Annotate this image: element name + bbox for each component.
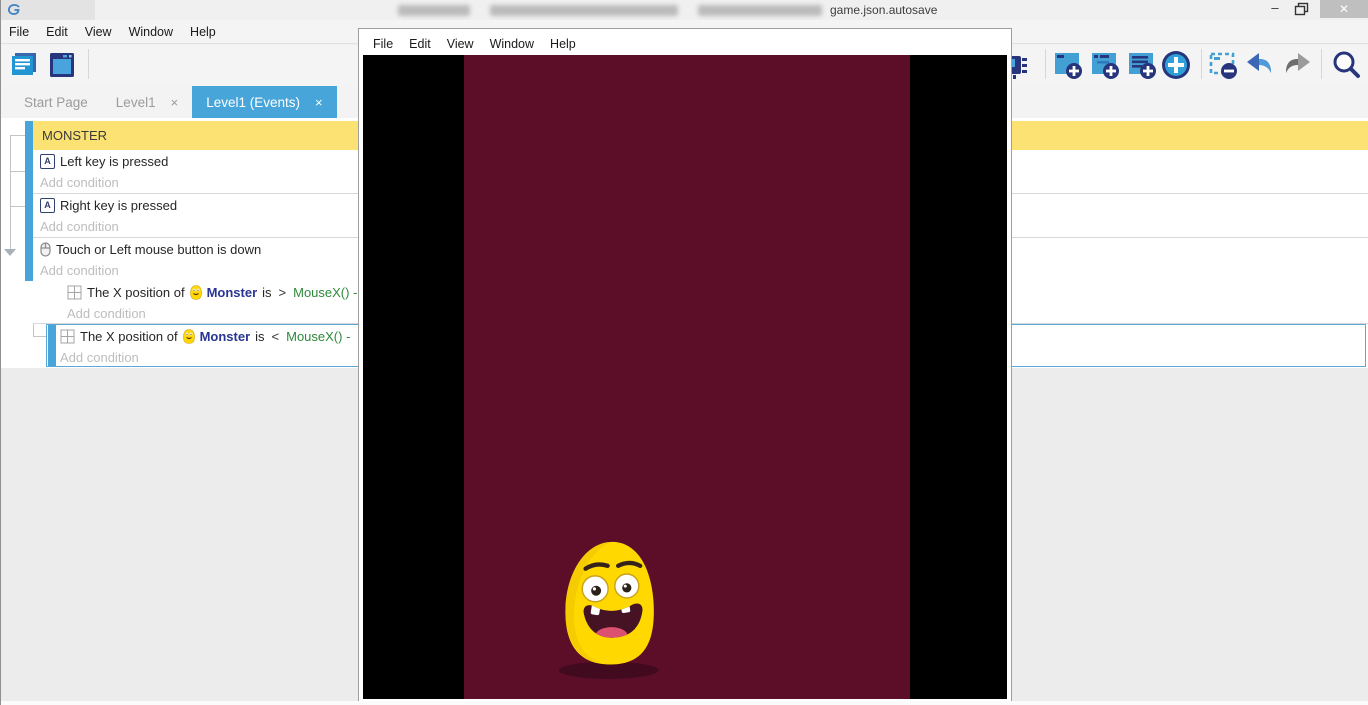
redacted-title-text xyxy=(698,5,822,16)
toolbar-separator xyxy=(1321,49,1322,79)
toolbar-separator xyxy=(1045,49,1046,79)
condition-text[interactable]: Right key is pressed xyxy=(60,198,177,213)
add-comment-icon[interactable] xyxy=(1126,49,1158,81)
menu-window[interactable]: Window xyxy=(490,37,534,51)
menu-edit[interactable]: Edit xyxy=(409,37,431,51)
tree-line xyxy=(10,206,25,207)
toolbar-separator xyxy=(1201,49,1202,79)
project-manager-icon[interactable] xyxy=(8,49,40,81)
condition-expression[interactable]: MouseX() - xyxy=(293,285,357,300)
monster-thumbnail-icon xyxy=(183,329,195,344)
tab-level1-events[interactable]: Level1 (Events) × xyxy=(192,86,336,118)
scene-editor-icon[interactable] xyxy=(46,49,78,81)
restore-button[interactable] xyxy=(1294,2,1310,16)
tab-level1[interactable]: Level1 × xyxy=(102,86,192,118)
preview-menu-bar: File Edit View Window Help xyxy=(363,32,1007,55)
condition-text[interactable]: Left key is pressed xyxy=(60,154,168,169)
game-preview-window: File Edit View Window Help xyxy=(358,28,1012,702)
redacted-title-text xyxy=(490,5,678,16)
object-name[interactable]: Monster xyxy=(207,285,258,300)
menu-help[interactable]: Help xyxy=(550,37,576,51)
window-bottom-edge xyxy=(0,701,1368,705)
add-circle-plus-icon[interactable] xyxy=(1160,49,1192,81)
tree-line xyxy=(10,135,25,136)
app-icon xyxy=(7,3,21,17)
menu-window[interactable]: Window xyxy=(129,25,173,39)
game-stage[interactable] xyxy=(464,55,910,699)
add-event-icon[interactable] xyxy=(1052,49,1084,81)
tab-close-icon[interactable]: × xyxy=(171,95,179,110)
condition-operator: < xyxy=(272,329,280,344)
collapse-arrow-icon[interactable] xyxy=(4,249,16,256)
search-icon[interactable] xyxy=(1330,49,1362,81)
condition-expression[interactable]: MouseX() - xyxy=(286,329,350,344)
object-name[interactable]: Monster xyxy=(200,329,251,344)
menu-file[interactable]: File xyxy=(9,25,29,39)
redo-icon[interactable] xyxy=(1281,49,1313,81)
close-button[interactable]: ✕ xyxy=(1320,0,1368,18)
menu-view[interactable]: View xyxy=(447,37,474,51)
menu-view[interactable]: View xyxy=(85,25,112,39)
tree-line xyxy=(10,171,25,172)
tab-close-icon[interactable]: × xyxy=(315,95,323,110)
condition-prefix: The X position of xyxy=(87,285,185,300)
mouse-icon xyxy=(40,242,51,257)
keyboard-key-icon: A xyxy=(40,154,55,169)
undo-icon[interactable] xyxy=(1244,49,1276,81)
delete-event-icon[interactable] xyxy=(1207,49,1239,81)
condition-verb: is xyxy=(255,329,264,344)
tab-start-page[interactable]: Start Page xyxy=(10,86,102,118)
tab-label: Level1 (Events) xyxy=(206,95,300,110)
event-color-bar xyxy=(25,121,33,150)
keyboard-key-icon: A xyxy=(40,198,55,213)
position-icon xyxy=(60,329,75,344)
condition-operator: > xyxy=(279,285,287,300)
tab-label: Start Page xyxy=(24,95,88,110)
minimize-button[interactable]: – xyxy=(1262,0,1288,18)
menu-help[interactable]: Help xyxy=(190,25,216,39)
window-left-edge xyxy=(0,0,1,705)
condition-prefix: The X position of xyxy=(80,329,178,344)
event-color-bar xyxy=(48,325,56,366)
monster-sprite xyxy=(553,536,668,680)
position-icon xyxy=(67,285,82,300)
add-sub-event-icon[interactable] xyxy=(1089,49,1121,81)
event-color-bar xyxy=(25,238,33,281)
redacted-title-text xyxy=(398,5,470,16)
game-canvas[interactable] xyxy=(363,55,1007,699)
comment-text: MONSTER xyxy=(42,128,107,143)
menu-file[interactable]: File xyxy=(373,37,393,51)
tree-line xyxy=(10,135,11,250)
condition-text[interactable]: Touch or Left mouse button is down xyxy=(56,242,261,257)
monster-thumbnail-icon xyxy=(190,285,202,300)
title-bar: game.json.autosave – ✕ xyxy=(0,0,1368,20)
menu-edit[interactable]: Edit xyxy=(46,25,68,39)
condition-verb: is xyxy=(262,285,271,300)
window-title: game.json.autosave xyxy=(830,3,937,17)
event-color-bar xyxy=(25,194,33,238)
toolbar-separator xyxy=(88,49,89,79)
event-color-bar xyxy=(25,150,33,194)
tab-label: Level1 xyxy=(116,95,156,110)
